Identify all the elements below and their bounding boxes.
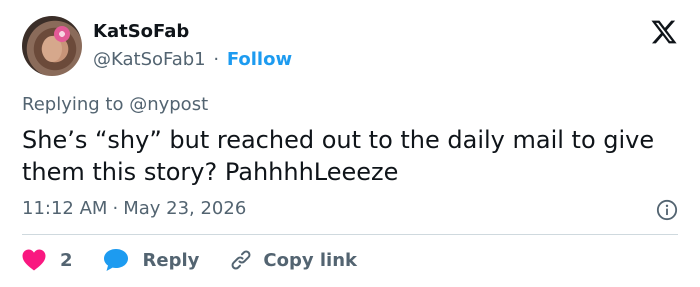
- tweet-timestamp[interactable]: 11:12 AM · May 23, 2026: [22, 198, 246, 219]
- author-handle[interactable]: @KatSoFab1: [93, 49, 206, 70]
- speech-bubble-icon: [103, 249, 128, 271]
- copy-link-label: Copy link: [263, 249, 357, 271]
- copy-link-button[interactable]: Copy link: [229, 248, 357, 272]
- author-name[interactable]: KatSoFab: [93, 21, 189, 42]
- tweet-time: 11:12 AM: [22, 198, 108, 219]
- heart-icon: [22, 249, 46, 271]
- like-button[interactable]: 2: [22, 249, 73, 271]
- tweet-date: May 23, 2026: [123, 198, 247, 219]
- avatar[interactable]: [22, 16, 82, 76]
- tweet-text: She’s “shy” but reached out to the daily…: [22, 126, 655, 186]
- replying-to-text: Replying to @nypost: [22, 94, 209, 115]
- author-handle-row: @KatSoFab1 · Follow: [93, 49, 292, 70]
- reply-button[interactable]: Reply: [103, 248, 200, 272]
- info-icon[interactable]: [656, 199, 678, 221]
- reply-label: Reply: [142, 249, 200, 271]
- follow-button[interactable]: Follow: [227, 49, 292, 70]
- x-logo-icon[interactable]: [650, 18, 678, 46]
- handle-separator: ·: [213, 49, 220, 70]
- timestamp-separator: ·: [112, 198, 119, 219]
- action-bar: 2 Reply Copy link: [22, 248, 357, 272]
- avatar-flower: [54, 26, 70, 42]
- tweet-card: KatSoFab @KatSoFab1 · Follow Replying to…: [0, 0, 700, 287]
- like-count: 2: [60, 249, 73, 271]
- divider: [22, 234, 678, 235]
- link-icon: [231, 250, 251, 270]
